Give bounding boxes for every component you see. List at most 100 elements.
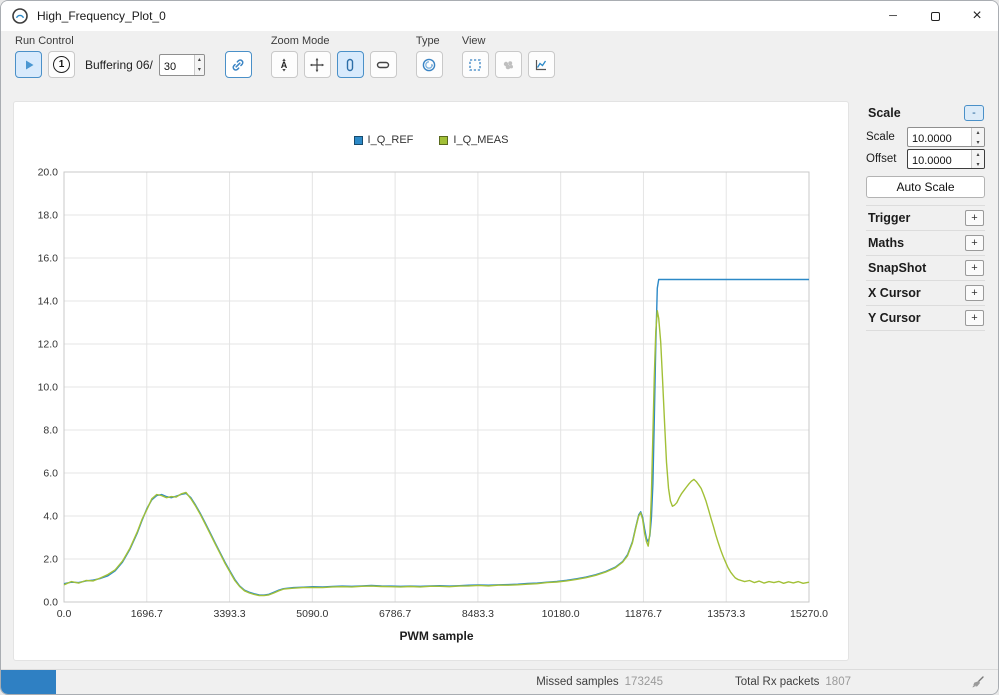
section-title: Y Cursor [868,311,921,325]
expand-button[interactable]: + [965,235,984,251]
line-chart-view-button[interactable] [527,51,555,78]
legend-swatch-icon [353,135,363,145]
clear-broom-icon[interactable] [969,674,986,691]
spin-up-icon[interactable]: ▴ [972,128,984,138]
single-shot-icon: 1 [53,56,70,73]
close-button[interactable]: × [956,1,998,31]
plot-type-icon [423,58,436,71]
spin-up-icon[interactable]: ▴ [972,150,984,160]
section-title: Maths [868,236,905,250]
app-logo-icon [12,8,28,24]
sidebar-section-snapshot: SnapShot + [866,255,985,280]
selection-view-button[interactable] [461,51,489,78]
minimize-button[interactable]: ─ [872,1,914,31]
expand-button[interactable]: + [965,260,984,276]
x-tick-label: 13573.3 [707,608,745,620]
scatter-view-button[interactable] [494,51,522,78]
scale-panel-header: Scale - [866,103,985,125]
scale-input[interactable] [908,128,971,146]
spin-down-icon[interactable]: ▾ [972,160,984,168]
x-tick-label: 11876.7 [625,608,662,620]
spin-down-icon[interactable]: ▾ [972,138,984,146]
y-tick-label: 12.0 [38,339,59,351]
x-tick-label: 6786.7 [379,608,411,620]
scale-spin-arrows: ▴ ▾ [971,128,984,146]
buffer-progress-indicator [1,670,56,694]
plot-type-button[interactable] [415,51,443,78]
total-rx-status: Total Rx packets 1807 [735,676,851,688]
chart-legend: I_Q_REF I_Q_MEAS [14,134,848,146]
view-group: View [456,33,568,95]
chart-canvas[interactable]: 0.0 1696.7 3393.3 5090.0 6786.7 8483.3 10180.0… [14,102,850,662]
section-title: X Cursor [868,286,921,300]
x-tick-label: 3393.3 [213,608,245,620]
legend-item-i_q_meas[interactable]: I_Q_MEAS [439,134,508,146]
expand-button[interactable]: + [965,210,984,226]
y-tick-label: 8.0 [43,425,58,437]
y-tick-label: 0.0 [43,597,58,609]
vertical-zoom-icon [347,58,354,71]
buffer-spin-arrows: ▴ ▾ [193,54,204,75]
section-title: SnapShot [868,261,927,275]
auto-scale-button[interactable]: Auto Scale [866,176,985,198]
auto-fit-button[interactable]: A [270,51,298,78]
offset-spinbox[interactable]: ▴ ▾ [907,149,985,169]
x-tick-label: 0.0 [57,608,72,620]
app-window: High_Frequency_Plot_0 ─ × Run Control 1 … [0,0,999,695]
play-button[interactable] [15,51,42,78]
buffer-count-input[interactable] [159,54,194,75]
x-tick-label: 1696.7 [131,608,163,620]
scale-field-label: Scale [866,131,895,143]
y-tick-label: 20.0 [38,167,59,179]
y-tick-label: 16.0 [38,253,59,265]
sidebar-section-x-cursor: X Cursor + [866,280,985,305]
scale-panel-title: Scale [868,106,901,120]
x-tick-label: 15270.0 [790,608,828,620]
play-icon [25,60,33,69]
spin-down-icon[interactable]: ▾ [195,65,204,75]
link-icon [232,58,244,71]
horizontal-zoom-button[interactable] [369,51,397,78]
spin-up-icon[interactable]: ▴ [195,55,204,65]
view-label: View [461,35,486,47]
expand-button[interactable]: + [965,285,984,301]
x-tick-label: 10180.0 [542,608,580,620]
link-button[interactable] [224,51,252,78]
maximize-button[interactable] [914,1,956,31]
vertical-zoom-button[interactable] [336,51,364,78]
line-chart-icon [536,59,547,70]
expand-button[interactable]: + [965,310,984,326]
zoom-mode-label: Zoom Mode [270,35,330,47]
auto-fit-icon: A [281,58,288,71]
run-control-group: Run Control 1 Buffering 06/ ▴ ▾ [9,33,265,95]
x-axis-title: PWM sample [399,629,473,643]
series-i_q_ref [63,278,809,596]
y-tick-label: 14.0 [38,296,59,308]
legend-swatch-icon [439,135,449,145]
total-rx-value: 1807 [825,676,851,688]
y-tick-label: 4.0 [43,511,58,523]
scale-collapse-button[interactable]: - [964,105,984,121]
buffer-count-spinbox[interactable]: ▴ ▾ [158,53,205,76]
pan-mode-button[interactable] [303,51,331,78]
run-control-label: Run Control [15,35,74,47]
total-rx-label: Total Rx packets [735,676,820,688]
y-tick-label: 2.0 [43,554,58,566]
buffering-label: Buffering 06/ [85,57,153,72]
series-i_q_meas [63,309,810,597]
legend-item-i_q_ref[interactable]: I_Q_REF [353,134,413,146]
offset-input[interactable] [908,150,971,168]
missed-samples-status: Missed samples 173245 [536,676,663,688]
settings-sidebar: Scale - Scale ▴ ▾ Offset ▴ [866,103,985,331]
chart-panel: I_Q_REF I_Q_MEAS 0.0 1696.7 3393.3 5090.0 678… [13,101,849,661]
maximize-icon [930,11,940,21]
sidebar-section-y-cursor: Y Cursor + [866,305,985,331]
offset-spin-arrows: ▴ ▾ [971,150,984,168]
sidebar-section-maths: Maths + [866,230,985,255]
y-tick-label: 18.0 [38,210,59,222]
status-bar: Missed samples 173245 Total Rx packets 1… [1,669,998,694]
x-tick-label: 5090.0 [296,608,328,620]
single-shot-button[interactable]: 1 [48,51,75,78]
scale-spinbox[interactable]: ▴ ▾ [907,127,985,147]
section-title: Trigger [868,211,911,225]
